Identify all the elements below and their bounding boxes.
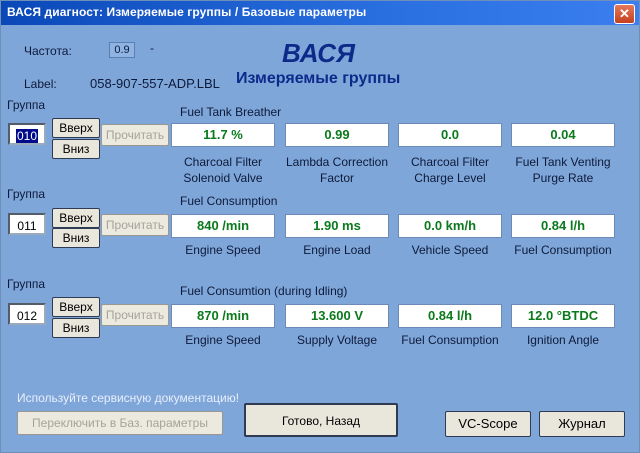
- value-caption: Ignition Angle: [526, 333, 600, 347]
- value-field: 840 /min: [171, 214, 275, 238]
- group-down-button[interactable]: Вниз: [52, 139, 100, 159]
- value-caption: Fuel Consumption: [514, 243, 612, 257]
- close-button[interactable]: ✕: [614, 4, 635, 24]
- value-field: 13.600 V: [285, 304, 389, 328]
- vc-scope-button[interactable]: VC-Scope: [445, 411, 531, 437]
- group-up-button[interactable]: Вверх: [52, 208, 100, 228]
- main-window: ВАСЯ диагност: Измеряемые группы / Базов…: [0, 0, 640, 453]
- group-caption: Группа: [7, 277, 46, 291]
- switch-basic-settings-button[interactable]: Переключить в Баз. параметры: [17, 411, 223, 435]
- value-field: 0.04: [511, 123, 615, 147]
- subtitle: Измеряемые группы: [236, 70, 401, 87]
- value-field: 1.90 ms: [285, 214, 389, 238]
- group-caption: Группа: [7, 187, 46, 201]
- group-down-button[interactable]: Вниз: [52, 318, 100, 338]
- value-caption: Engine Speed: [185, 333, 261, 347]
- value-caption: Fuel Tank Venting Purge Rate: [515, 155, 611, 185]
- value-field: 12.0 °BTDC: [511, 304, 615, 328]
- read-button[interactable]: Прочитать: [101, 124, 169, 146]
- value-field: 0.84 l/h: [511, 214, 615, 238]
- frequency-value: 0.9: [109, 42, 135, 58]
- value-caption: Charcoal Filter Solenoid Valve: [183, 155, 263, 185]
- frequency-label: Частота:: [24, 44, 72, 58]
- value-field: 870 /min: [171, 304, 275, 328]
- group-down-button[interactable]: Вниз: [52, 228, 100, 248]
- window-title: ВАСЯ диагност: Измеряемые группы / Базов…: [7, 5, 367, 19]
- value-caption: Vehicle Speed: [411, 243, 489, 257]
- value-field: 11.7 %: [171, 123, 275, 147]
- label-filename: 058-907-557-ADP.LBL: [90, 76, 220, 91]
- value-caption: Lambda Correction Factor: [285, 155, 389, 185]
- group-caption: Группа: [7, 98, 46, 112]
- value-field: 0.0 km/h: [398, 214, 502, 238]
- group-up-button[interactable]: Вверх: [52, 118, 100, 138]
- app-title: ВАСЯ: [282, 38, 355, 68]
- title-bar[interactable]: ВАСЯ диагност: Измеряемые группы / Базов…: [1, 1, 639, 25]
- value-field: 0.84 l/h: [398, 304, 502, 328]
- value-field: 0.0: [398, 123, 502, 147]
- group-number-input[interactable]: 012: [8, 303, 46, 325]
- value-caption: Supply Voltage: [296, 333, 378, 347]
- value-field: 0.99: [285, 123, 389, 147]
- service-doc-note: Используйте сервисную документацию!: [17, 391, 240, 405]
- value-caption: Engine Load: [303, 243, 371, 257]
- value-caption: Engine Speed: [185, 243, 261, 257]
- frequency-dash: -: [150, 41, 154, 55]
- group-number-input[interactable]: 010: [8, 123, 46, 145]
- section-title: Fuel Tank Breather: [180, 105, 282, 119]
- done-back-button[interactable]: Готово, Назад: [244, 403, 398, 437]
- section-title: Fuel Consumtion (during Idling): [180, 284, 348, 298]
- section-title: Fuel Consumption: [180, 194, 278, 208]
- label-caption: Label:: [24, 77, 57, 91]
- client-area: Частота: 0.9 - ВАСЯ Label: 058-907-557-A…: [4, 27, 636, 449]
- group-up-button[interactable]: Вверх: [52, 297, 100, 317]
- value-caption: Fuel Consumption: [401, 333, 499, 347]
- group-number-input[interactable]: 011: [8, 213, 46, 235]
- value-caption: Charcoal Filter Charge Level: [410, 155, 490, 185]
- journal-button[interactable]: Журнал: [539, 411, 625, 437]
- read-button[interactable]: Прочитать: [101, 304, 169, 326]
- read-button[interactable]: Прочитать: [101, 214, 169, 236]
